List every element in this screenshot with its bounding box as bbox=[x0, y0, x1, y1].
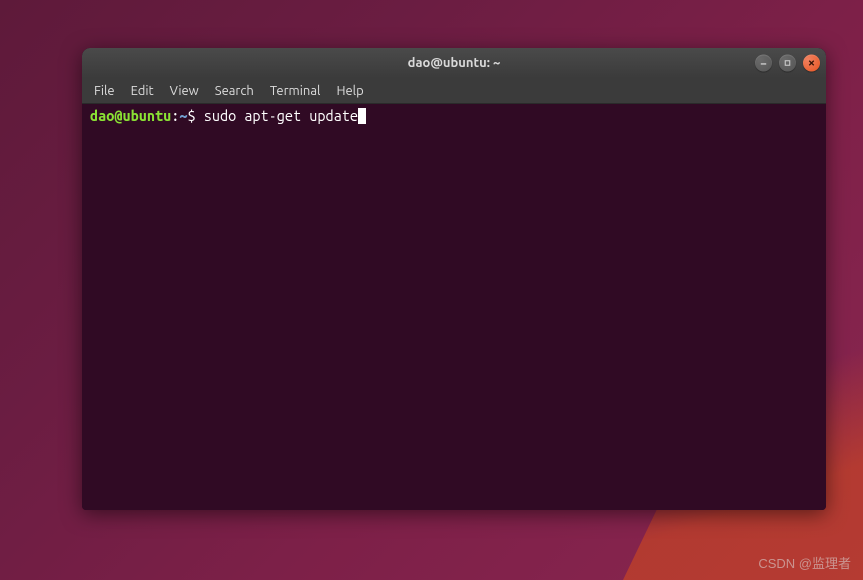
minimize-button[interactable] bbox=[755, 55, 772, 72]
minimize-icon bbox=[759, 59, 768, 68]
menu-view[interactable]: View bbox=[162, 81, 207, 101]
prompt-line: dao@ubuntu:~$ sudo apt-get update bbox=[90, 107, 818, 126]
menu-search[interactable]: Search bbox=[207, 81, 262, 101]
close-button[interactable] bbox=[803, 55, 820, 72]
window-controls bbox=[755, 55, 820, 72]
menu-terminal[interactable]: Terminal bbox=[262, 81, 329, 101]
prompt-symbol: $ bbox=[187, 107, 203, 124]
watermark-text: CSDN @监理者 bbox=[758, 553, 851, 572]
cursor-icon bbox=[358, 108, 366, 124]
menubar: File Edit View Search Terminal Help bbox=[82, 78, 826, 104]
terminal-body[interactable]: dao@ubuntu:~$ sudo apt-get update bbox=[82, 104, 826, 510]
menu-edit[interactable]: Edit bbox=[123, 81, 162, 101]
command-text: sudo apt-get update bbox=[204, 107, 358, 124]
titlebar[interactable]: dao@ubuntu: ~ bbox=[82, 48, 826, 78]
menu-help[interactable]: Help bbox=[328, 81, 371, 101]
terminal-window: dao@ubuntu: ~ File Edit View Search Term… bbox=[82, 48, 826, 510]
prompt-user-host: dao@ubuntu bbox=[90, 107, 171, 124]
maximize-button[interactable] bbox=[779, 55, 796, 72]
menu-file[interactable]: File bbox=[86, 81, 123, 101]
maximize-icon bbox=[783, 59, 792, 68]
window-title: dao@ubuntu: ~ bbox=[408, 56, 501, 70]
close-icon bbox=[807, 59, 816, 68]
